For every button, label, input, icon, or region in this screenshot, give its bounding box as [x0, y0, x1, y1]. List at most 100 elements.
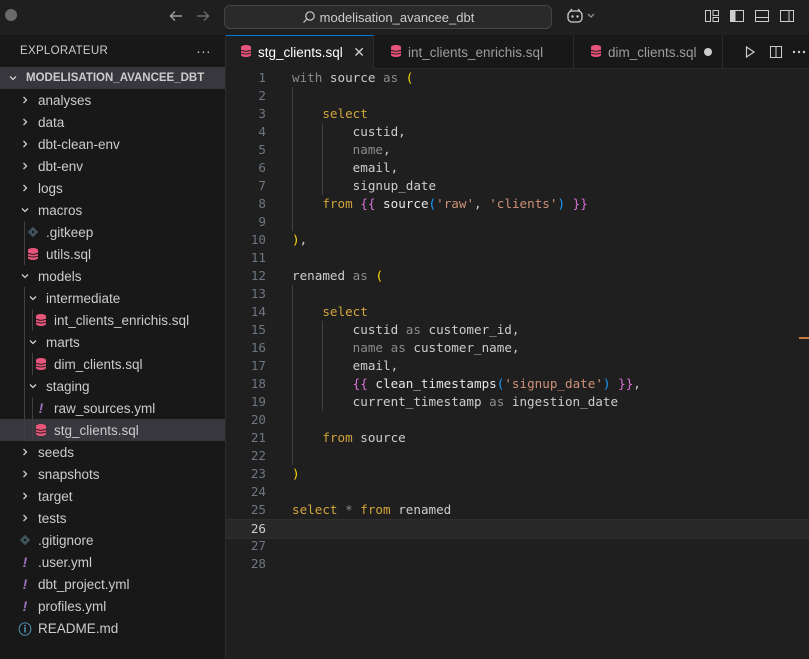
folder-analyses[interactable]: analyses: [0, 89, 225, 111]
tab-dim-clients[interactable]: dim_clients.sql: [574, 35, 723, 69]
file-readme-md[interactable]: ⓘ README.md: [0, 617, 225, 639]
file-gitkeep[interactable]: .gitkeep: [0, 221, 225, 243]
folder-data[interactable]: data: [0, 111, 225, 133]
code-line[interactable]: 20: [226, 411, 809, 429]
folder-dbt-clean-env[interactable]: dbt-clean-env: [0, 133, 225, 155]
tree-item-label: staging: [46, 378, 90, 394]
file-int-clients-enrichis-sql[interactable]: int_clients_enrichis.sql: [0, 309, 225, 331]
code-token: select: [292, 502, 346, 517]
code-line[interactable]: 11: [226, 249, 809, 267]
back-arrow-icon[interactable]: [168, 8, 184, 29]
folder-snapshots[interactable]: snapshots: [0, 463, 225, 485]
code-line[interactable]: 1 with source as (: [226, 69, 809, 87]
split-editor-icon[interactable]: [763, 45, 789, 59]
code-line[interactable]: 18 {{ clean_timestamps('signup_date') }}…: [226, 375, 809, 393]
code-line[interactable]: 15 custid as customer_id,: [226, 321, 809, 339]
code-token: as: [405, 322, 421, 337]
layout-customize-icon[interactable]: [704, 8, 720, 29]
code-line[interactable]: 23): [226, 465, 809, 483]
folder-target[interactable]: target: [0, 485, 225, 507]
code-line[interactable]: 19 current_timestamp as ingestion_date: [226, 393, 809, 411]
tree-item-label: logs: [38, 180, 63, 196]
code-line[interactable]: 28: [226, 555, 809, 573]
code-line[interactable]: 16 name as customer_name,: [226, 339, 809, 357]
folder-intermediate[interactable]: intermediate: [0, 287, 225, 309]
forward-arrow-icon[interactable]: [195, 8, 211, 29]
code-token: ,: [633, 376, 641, 391]
copilot-icon[interactable]: [565, 8, 585, 29]
file-utils-sql[interactable]: utils.sql: [0, 243, 225, 265]
folder-macros[interactable]: macros: [0, 199, 225, 221]
code-line[interactable]: 27: [226, 537, 809, 555]
code-line[interactable]: 7 signup_date: [226, 177, 809, 195]
code-text: ),: [292, 231, 307, 249]
code-line[interactable]: 17 email,: [226, 357, 809, 375]
file-dbt-project-yml[interactable]: ! dbt_project.yml: [0, 573, 225, 595]
close-icon[interactable]: ✕: [353, 44, 365, 61]
command-center-search[interactable]: modelisation_avancee_dbt: [224, 5, 552, 29]
code-token: select: [322, 106, 368, 121]
code-line[interactable]: 21 from source: [226, 429, 809, 447]
run-icon[interactable]: [737, 45, 763, 59]
tab-stg-clients[interactable]: stg_clients.sql ✕: [226, 35, 374, 69]
code-token: from: [360, 502, 391, 517]
code-line[interactable]: 5 name,: [226, 141, 809, 159]
code-line[interactable]: 22: [226, 447, 809, 465]
code-editor[interactable]: 1 with source as (2 3 select 4 custid, 5 nam…: [226, 69, 809, 659]
code-token: select: [322, 304, 368, 319]
toggle-sidebar-icon[interactable]: [729, 8, 745, 29]
toggle-panel-icon[interactable]: [754, 8, 770, 29]
code-line[interactable]: 12 renamed as (: [226, 267, 809, 285]
file-user-yml[interactable]: ! .user.yml: [0, 551, 225, 573]
code-line[interactable]: 4 custid,: [226, 123, 809, 141]
file-raw-sources-yml[interactable]: ! raw_sources.yml: [0, 397, 225, 419]
tree-item-label: tests: [38, 510, 67, 526]
file-gitignore[interactable]: .gitignore: [0, 529, 225, 551]
workspace-root[interactable]: MODELISATION_AVANCEE_DBT: [0, 67, 225, 89]
unsaved-dot-icon[interactable]: [704, 48, 712, 56]
code-line[interactable]: 9: [226, 213, 809, 231]
code-line[interactable]: 24: [226, 483, 809, 501]
chevron-down-icon[interactable]: [586, 8, 596, 29]
folder-tests[interactable]: tests: [0, 507, 225, 529]
code-token: customer_name,: [405, 340, 520, 355]
file-dim-clients-sql[interactable]: dim_clients.sql: [0, 353, 225, 375]
code-token: ,: [474, 196, 490, 211]
code-token: (: [405, 70, 414, 85]
line-number: 16: [250, 340, 266, 355]
folder-staging[interactable]: staging: [0, 375, 225, 397]
file-stg-clients-sql[interactable]: stg_clients.sql: [0, 419, 225, 441]
file-profiles-yml[interactable]: ! profiles.yml: [0, 595, 225, 617]
code-line[interactable]: 6 email,: [226, 159, 809, 177]
code-line[interactable]: 8 from {{ source('raw', 'clients') }}: [226, 195, 809, 213]
code-line[interactable]: 3 select: [226, 105, 809, 123]
tab-int-clients-enrichis[interactable]: int_clients_enrichis.sql: [374, 35, 574, 69]
code-line[interactable]: 13: [226, 285, 809, 303]
toggle-secondary-sidebar-icon[interactable]: [779, 8, 795, 29]
code-line[interactable]: 10),: [226, 231, 809, 249]
folder-models[interactable]: models: [0, 265, 225, 287]
tree-item-label: int_clients_enrichis.sql: [54, 312, 190, 328]
code-line[interactable]: 25 select * from renamed: [226, 501, 809, 519]
scrollbar-marker[interactable]: [799, 337, 809, 339]
chevron-right-icon: [18, 95, 32, 105]
file-tree: analyses data dbt-clean-env dbt-env logs macr…: [0, 89, 225, 639]
code-line[interactable]: 2: [226, 87, 809, 105]
folder-marts[interactable]: marts: [0, 331, 225, 353]
tree-item-label: stg_clients.sql: [54, 422, 139, 438]
code-text: email,: [292, 159, 399, 177]
more-actions-icon[interactable]: [789, 45, 809, 59]
folder-seeds[interactable]: seeds: [0, 441, 225, 463]
folder-dbt-env[interactable]: dbt-env: [0, 155, 225, 177]
code-line[interactable]: 26: [226, 519, 809, 539]
line-number: 7: [258, 178, 266, 193]
explorer-header: EXPLORATEUR ···: [0, 35, 225, 67]
more-actions-icon[interactable]: ···: [196, 43, 211, 59]
folder-logs[interactable]: logs: [0, 177, 225, 199]
code-line[interactable]: 14 select: [226, 303, 809, 321]
window-close-icon[interactable]: [4, 8, 18, 27]
code-token: as: [489, 394, 505, 409]
